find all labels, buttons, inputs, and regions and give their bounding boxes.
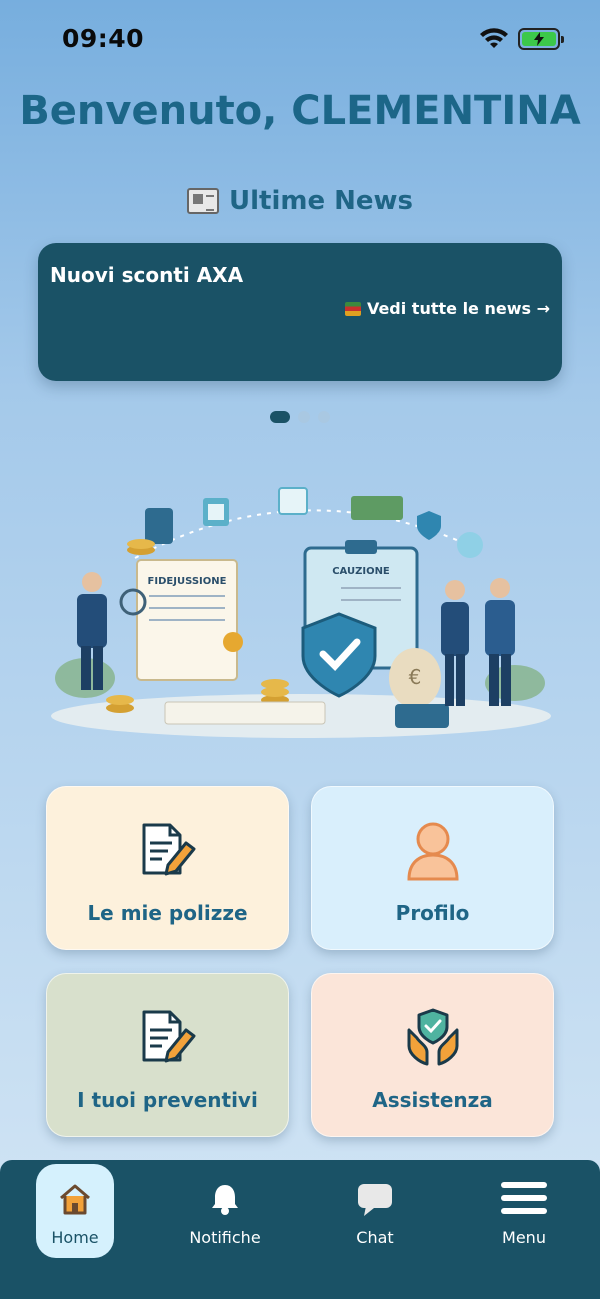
menu-icon [501,1182,547,1214]
carousel-indicator [0,411,600,423]
support-tile[interactable]: Assistenza [311,973,554,1137]
news-heading: Ultime News [0,186,600,216]
tab-home[interactable]: Home [36,1164,114,1258]
profile-tile[interactable]: Profilo [311,786,554,950]
status-time: 09:40 [62,24,145,53]
status-icons [480,28,564,50]
news-card[interactable]: Nuovi sconti AXA Vedi tutte le news → [38,243,562,381]
my-quotes-tile[interactable]: I tuoi preventivi [46,973,289,1137]
my-policies-label: Le mie polizze [87,901,248,925]
fidejussione-doc-label: FIDEJUSSIONE [148,576,227,587]
my-policies-tile[interactable]: Le mie polizze [46,786,289,950]
home-icon [60,1184,90,1215]
tab-notifications-label: Notifiche [189,1228,261,1247]
see-all-news-label: Vedi tutte le news → [366,299,550,318]
tab-notifications[interactable]: Notifiche [186,1164,264,1258]
tab-chat[interactable]: Chat [336,1164,414,1258]
carousel-dot[interactable] [318,411,330,423]
svg-text:€: € [409,665,422,689]
battery-icon [518,28,564,50]
tab-menu[interactable]: Menu [485,1164,563,1258]
news-heading-label: Ultime News [228,186,414,216]
chat-icon [358,1184,392,1216]
support-label: Assistenza [372,1088,493,1112]
shield-hands-icon [407,1008,458,1066]
status-bar: 09:40 [0,0,600,80]
see-all-news-link[interactable]: Vedi tutte le news → [344,299,550,318]
policy-document-icon [142,823,195,876]
tab-home-label: Home [51,1228,99,1247]
bottom-tab-bar: Home Notifiche Chat Menu [0,1160,600,1299]
insurance-illustration: FIDEJUSSIONE CAUZIONE € [51,487,551,738]
carousel-dot[interactable] [298,411,310,423]
welcome-title: Benvenuto, CLEMENTINA [19,88,581,134]
my-quotes-label: I tuoi preventivi [77,1088,258,1112]
quote-document-icon [142,1010,195,1063]
news-card-title: Nuovi sconti AXA [50,263,244,287]
tab-menu-label: Menu [502,1228,546,1247]
bell-icon [212,1185,238,1215]
carousel-dot[interactable] [270,411,290,423]
user-icon [406,822,459,881]
books-icon [344,301,361,316]
wifi-icon [480,28,508,48]
profile-label: Profilo [395,901,470,925]
cauzione-doc-label: CAUZIONE [332,566,390,577]
tab-chat-label: Chat [356,1228,394,1247]
newspaper-icon [186,188,219,214]
